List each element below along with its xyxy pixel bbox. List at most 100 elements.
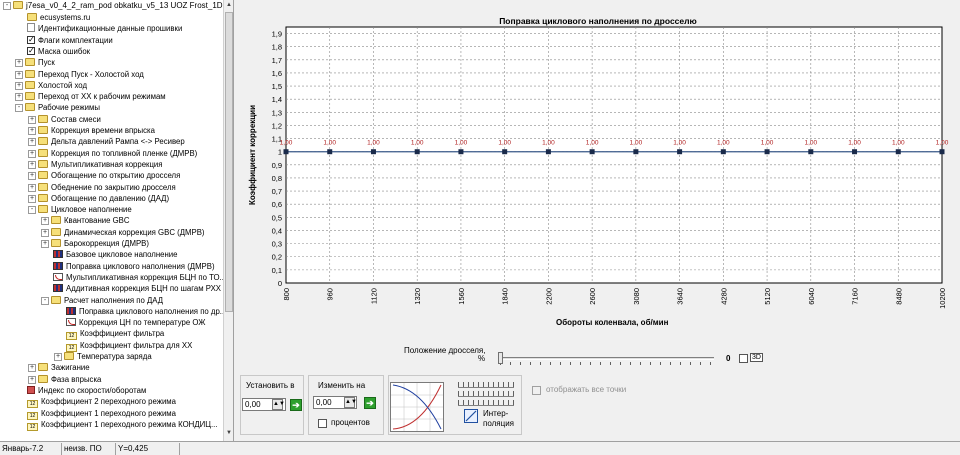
expand-icon[interactable]: + [28,138,36,147]
expand-icon[interactable]: + [28,115,36,124]
apply-set-button[interactable]: ➔ [290,399,302,411]
tree-item[interactable]: 12 Коэффициент 1 переходного режима КОНДИ… [15,419,217,431]
expand-icon[interactable]: + [28,194,36,203]
expand-icon[interactable]: + [54,353,62,361]
tree-item[interactable]: + Коррекция времени впрыска [28,125,155,136]
tree-item[interactable]: 12 Коэффициент фильтра [54,328,165,341]
checkbox-icon [27,45,35,56]
x-tick-label: 2200 [544,288,553,305]
tree-item[interactable]: Аддитивная коррекция БЦН по шагам РХХ [41,283,221,294]
data-point [808,149,814,155]
scroll-up-arrow-icon[interactable]: ▲ [224,0,233,10]
tree-item[interactable]: Коррекция ЦН по температуре ОЖ [54,317,205,328]
tree-item-label: Коэффициент 1 переходного режима [41,408,176,418]
scrollbar-thumb[interactable] [225,12,233,312]
expand-icon[interactable]: + [28,127,36,135]
tree-item[interactable]: + Дельта давлений Рампа <-> Ресивер [28,136,185,147]
expand-icon[interactable]: + [15,93,23,102]
collapse-icon[interactable]: - [15,104,23,113]
expand-icon[interactable]: + [15,70,23,79]
data-label: 1,00 [761,140,774,147]
folder-icon [25,80,35,89]
percent-checkbox[interactable] [318,419,327,428]
parameter-tree[interactable]: - j7esa_v0_4_2_ram_pod obkatku_v5_13 UOZ … [0,0,234,441]
tree-item[interactable]: Маска ошибок [15,45,90,57]
tree-item[interactable]: + Зажигание [28,362,90,373]
tree-item[interactable]: - Рабочие режимы [15,102,100,113]
tree-root[interactable]: - j7esa_v0_4_2_ram_pod obkatku_v5_13 UOZ … [3,1,233,10]
interpolation-icon[interactable] [464,409,478,423]
tree-item[interactable]: + Коррекция по топливной пленке (ДМРВ) [28,148,197,159]
throttle-slider[interactable] [498,352,716,365]
data-point [895,149,901,155]
show-all-points-label: отображать все точки [546,385,627,394]
expand-icon[interactable]: + [15,81,23,90]
apply-change-button[interactable]: ➔ [364,397,376,409]
x-tick-label: 800 [282,288,291,301]
curve-slider-3[interactable] [458,400,514,406]
collapse-icon[interactable]: - [41,296,49,305]
slider-knob[interactable] [498,352,503,364]
tree-item[interactable]: + Фаза впрыска [28,374,101,385]
tree-item[interactable]: + Пуск [15,57,55,68]
tree-item[interactable]: Мультипликативная коррекция БЦН по ТО... [41,272,226,283]
tree-item[interactable]: - Цикловое наполнение [28,204,132,215]
tree-item[interactable]: + Обогащение по давлению (ДАД) [28,193,169,204]
tree-item[interactable]: Поправка циклового наполнения (ДМРВ) [41,261,215,272]
expand-icon[interactable]: + [28,364,36,373]
tree-item[interactable]: - Расчет наполнения по ДАД [41,295,163,306]
chart-canvas[interactable]: 00,10,20,30,40,50,60,70,80,911,11,21,31,… [236,0,960,320]
curve-slider-2[interactable] [458,391,514,397]
tree-item[interactable]: + Переход от ХХ к рабочим режимам [15,91,166,102]
data-point [502,149,508,155]
tree-item[interactable]: 12 Коэффициент 1 переходного режима [15,408,176,420]
expand-icon[interactable]: + [41,217,49,226]
collapse-icon[interactable]: - [3,2,11,10]
tree-item[interactable]: Индекс по скорости/оборотам [15,385,146,396]
spin-updown-icon[interactable]: ▲▼ [272,399,285,410]
curve-slider-1[interactable] [458,382,514,388]
tree-item[interactable]: ecusystems.ru [15,12,90,23]
curve-preview[interactable] [390,382,444,432]
collapse-icon[interactable]: - [28,206,36,215]
tree-scrollbar[interactable]: ▲ ▼ [223,0,233,441]
tree-item[interactable]: + Холостой ход [15,80,87,91]
tree-item[interactable]: + Обеднение по закрытию дросселя [28,182,176,193]
folder-icon [38,114,48,123]
tree-item[interactable]: + Переход Пуск - Холостой ход [15,69,144,80]
interpolation-button[interactable]: Интер- поляция [483,409,514,429]
expand-icon[interactable]: + [28,149,36,158]
tree-item-label: Коэффициент фильтра [80,329,165,339]
tree-item[interactable]: + Квантование GBC [41,215,130,226]
scroll-down-arrow-icon[interactable]: ▼ [224,428,233,438]
throttle-value: 0 [726,354,731,363]
y-tick-label: 1,6 [272,69,282,78]
3d-checkbox[interactable] [739,354,748,363]
tree-item[interactable]: + Обогащение по открытию дросселя [28,170,180,181]
tree-item[interactable]: Поправка циклового наполнения по др... [54,306,226,317]
tree-item[interactable]: + Барокоррекция (ДМРВ) [41,238,149,249]
tree-item-label: Индекс по скорости/оборотам [38,385,147,395]
spin-updown-icon[interactable]: ▲▼ [344,397,357,408]
expand-icon[interactable]: + [28,183,36,192]
curve-icon [53,272,63,281]
expand-icon[interactable]: + [41,240,49,248]
tree-item[interactable]: + Мультипликативная коррекция [28,159,163,170]
show-all-points-checkbox[interactable] [532,386,541,395]
tree-item[interactable]: + Состав смеси [28,114,101,125]
expand-icon[interactable]: + [41,228,49,237]
document-icon [27,23,35,33]
tree-item[interactable]: Идентификационные данные прошивки [15,23,182,34]
expand-icon[interactable]: + [28,172,36,181]
folder-icon [25,92,35,101]
tree-item[interactable]: 12 Коэффициент 2 переходного режима [15,396,176,409]
expand-icon[interactable]: + [28,160,36,169]
tree-item[interactable]: Базовое цикловое наполнение [41,249,178,260]
expand-icon[interactable]: + [15,59,23,68]
expand-icon[interactable]: + [28,375,36,384]
tree-item[interactable]: 12 Коэффициент фильтра для ХХ [54,340,192,352]
tree-item[interactable]: + Температура заряда [54,351,152,362]
x-tick-label: 3640 [676,288,685,305]
data-label: 1,00 [804,140,817,147]
tree-item[interactable]: + Динамическая коррекция GBC (ДМРВ) [41,227,205,238]
